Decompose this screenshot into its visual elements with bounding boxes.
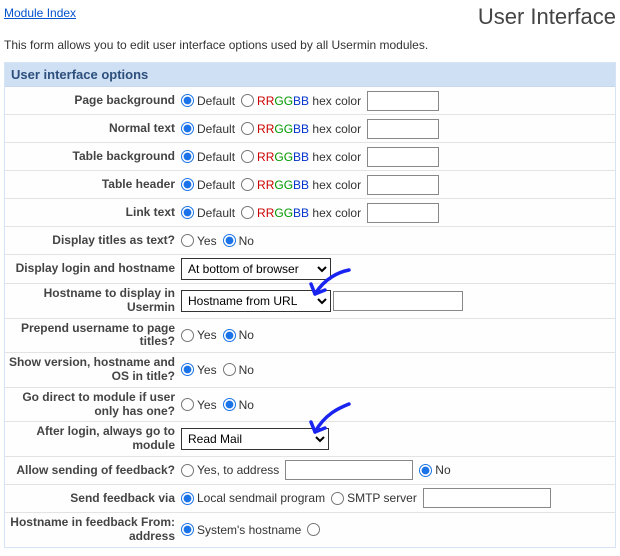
smtp-server-input[interactable]: [423, 488, 551, 508]
options-panel: User interface options Page background D…: [4, 62, 616, 548]
hex-label: RRGGBB hex color: [257, 150, 361, 164]
hex-label: RRGGBB hex color: [257, 206, 361, 220]
lbl-link-text: Link text: [7, 206, 181, 220]
lbl-hostname-feedback: Hostname in feedback From: address: [7, 516, 181, 544]
feedback-sendmail-radio[interactable]: [181, 492, 194, 505]
link-text-default-radio[interactable]: [181, 206, 194, 219]
hex-label: RRGGBB hex color: [257, 94, 361, 108]
intro-text: This form allows you to edit user interf…: [4, 38, 616, 52]
link-text-hex-radio[interactable]: [241, 206, 254, 219]
panel-title: User interface options: [5, 63, 615, 87]
normal-text-default-radio[interactable]: [181, 122, 194, 135]
row-login-hostname: Display login and hostname At bottom of …: [5, 255, 615, 284]
lbl-after-login: After login, always go to module: [7, 425, 181, 453]
lbl-normal-text: Normal text: [7, 122, 181, 136]
hex-label: RRGGBB hex color: [257, 178, 361, 192]
row-version-os: Show version, hostname and OS in title? …: [5, 353, 615, 388]
opt-default: Default: [197, 94, 235, 108]
lbl-version-os: Show version, hostname and OS in title?: [7, 356, 181, 384]
table-bg-hex-radio[interactable]: [241, 150, 254, 163]
lbl-table-background: Table background: [7, 150, 181, 164]
version-yes-radio[interactable]: [181, 363, 194, 376]
lbl-page-background: Page background: [7, 94, 181, 108]
feedback-yes-radio[interactable]: [181, 464, 194, 477]
row-go-direct: Go direct to module if user only has one…: [5, 388, 615, 423]
row-table-header: Table header Default RRGGBB hex color: [5, 171, 615, 199]
hex-label: RRGGBB hex color: [257, 122, 361, 136]
lbl-login-hostname: Display login and hostname: [7, 262, 181, 276]
feedback-smtp-radio[interactable]: [331, 492, 344, 505]
lbl-go-direct: Go direct to module if user only has one…: [7, 391, 181, 419]
after-login-select[interactable]: Read Mail: [181, 428, 329, 450]
feedback-no-radio[interactable]: [419, 464, 432, 477]
normal-text-hex-radio[interactable]: [241, 122, 254, 135]
table-header-default-radio[interactable]: [181, 178, 194, 191]
row-page-background: Page background Default RRGGBB hex color: [5, 87, 615, 115]
titles-text-yes-radio[interactable]: [181, 234, 194, 247]
row-titles-as-text: Display titles as text? Yes No: [5, 227, 615, 255]
row-hostname-feedback: Hostname in feedback From: address Syste…: [5, 513, 615, 547]
direct-no-radio[interactable]: [223, 398, 236, 411]
page-bg-hex-input[interactable]: [367, 91, 439, 111]
feedback-address-input[interactable]: [285, 460, 413, 480]
hostname-feedback-system-radio[interactable]: [181, 523, 194, 536]
table-bg-default-radio[interactable]: [181, 150, 194, 163]
direct-yes-radio[interactable]: [181, 398, 194, 411]
lbl-titles-as-text: Display titles as text?: [7, 234, 181, 248]
row-normal-text: Normal text Default RRGGBB hex color: [5, 115, 615, 143]
lbl-send-feedback-via: Send feedback via: [7, 492, 181, 506]
table-bg-hex-input[interactable]: [367, 147, 439, 167]
page-bg-hex-radio[interactable]: [241, 94, 254, 107]
row-table-background: Table background Default RRGGBB hex colo…: [5, 143, 615, 171]
titles-text-no-radio[interactable]: [223, 234, 236, 247]
row-send-feedback-via: Send feedback via Local sendmail program…: [5, 485, 615, 513]
page-bg-default-radio[interactable]: [181, 94, 194, 107]
login-hostname-select[interactable]: At bottom of browser: [181, 258, 331, 280]
prepend-yes-radio[interactable]: [181, 329, 194, 342]
hostname-display-input[interactable]: [333, 291, 463, 311]
hostname-feedback-other-radio[interactable]: [307, 523, 320, 536]
lbl-table-header: Table header: [7, 178, 181, 192]
row-prepend-username: Prepend username to page titles? Yes No: [5, 319, 615, 354]
version-no-radio[interactable]: [223, 363, 236, 376]
page-title: User Interface: [478, 4, 616, 30]
table-header-hex-input[interactable]: [367, 175, 439, 195]
lbl-hostname-display: Hostname to display in Usermin: [7, 287, 181, 315]
row-hostname-display: Hostname to display in Usermin Hostname …: [5, 284, 615, 319]
module-index-link[interactable]: Module Index: [4, 4, 76, 20]
prepend-no-radio[interactable]: [223, 329, 236, 342]
normal-text-hex-input[interactable]: [367, 119, 439, 139]
link-text-hex-input[interactable]: [367, 203, 439, 223]
row-link-text: Link text Default RRGGBB hex color: [5, 199, 615, 227]
row-allow-feedback: Allow sending of feedback? Yes, to addre…: [5, 457, 615, 485]
row-after-login: After login, always go to module Read Ma…: [5, 422, 615, 457]
table-header-hex-radio[interactable]: [241, 178, 254, 191]
lbl-allow-feedback: Allow sending of feedback?: [7, 464, 181, 478]
lbl-prepend-username: Prepend username to page titles?: [7, 322, 181, 350]
hostname-display-select[interactable]: Hostname from URL: [181, 290, 331, 312]
